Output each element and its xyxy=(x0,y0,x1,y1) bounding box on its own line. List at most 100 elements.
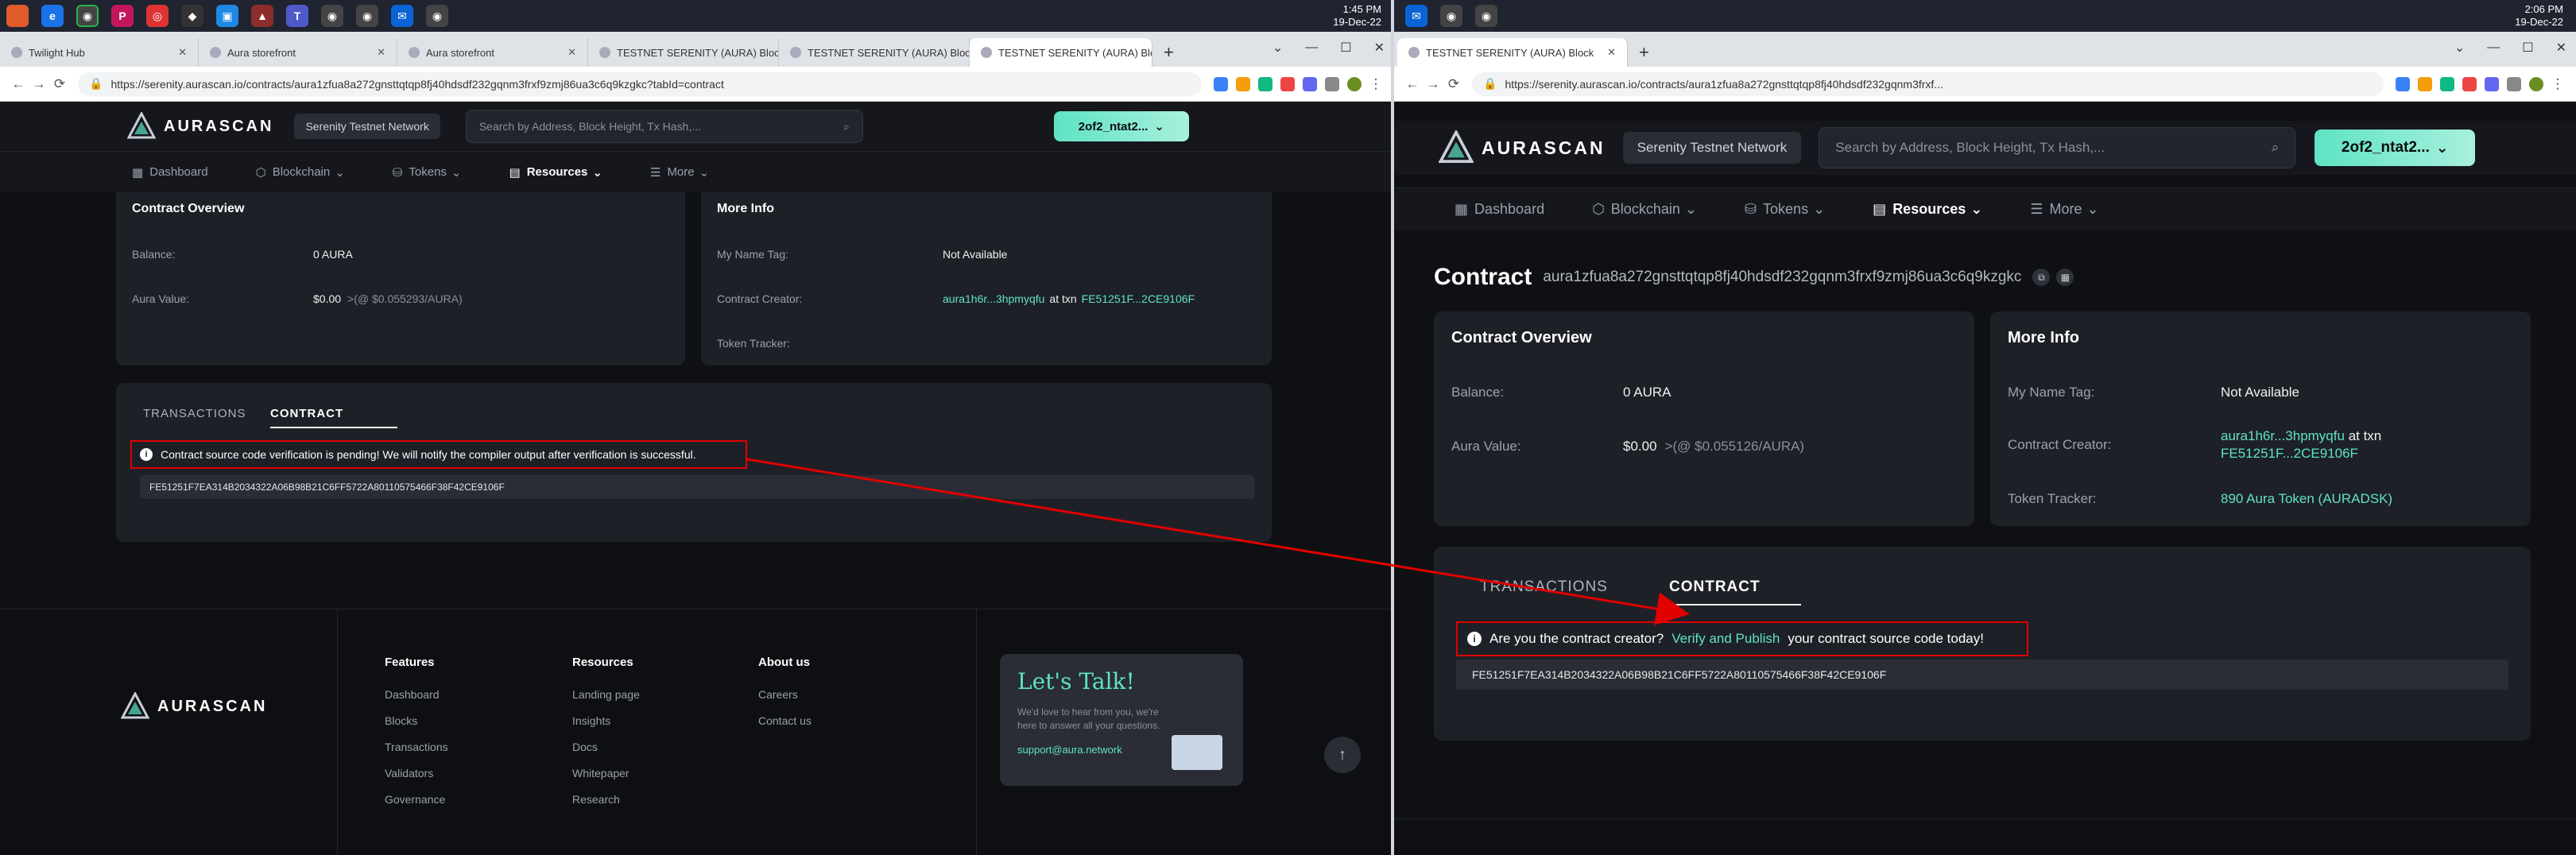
new-tab-button[interactable]: + xyxy=(1152,38,1185,67)
footer-link[interactable]: Transactions xyxy=(385,741,448,753)
extension-icon[interactable] xyxy=(1258,76,1273,91)
menu-icon[interactable]: ⋮ xyxy=(1365,76,1386,92)
aurascan-logo[interactable]: AURASCAN xyxy=(127,112,273,141)
app-dark-icon[interactable]: ◆ xyxy=(181,5,203,27)
chrome-icon[interactable]: ◉ xyxy=(1440,5,1462,27)
nav-tokens[interactable]: ⛁ Tokens ⌄ xyxy=(1745,201,1825,218)
footer-link[interactable]: Research xyxy=(572,793,640,806)
qr-code-icon[interactable]: ▦ xyxy=(2056,269,2074,286)
profile-avatar[interactable] xyxy=(1347,76,1362,91)
chrome-icon-4[interactable]: ◉ xyxy=(426,5,448,27)
search-input[interactable]: Search by Address, Block Height, Tx Hash… xyxy=(1819,127,2296,168)
nav-blockchain[interactable]: ⬡ Blockchain ⌄ xyxy=(256,165,345,180)
footer-link[interactable]: Contact us xyxy=(758,714,812,727)
footer-link[interactable]: Validators xyxy=(385,767,448,780)
extension-icon[interactable] xyxy=(2396,76,2410,91)
footer-link[interactable]: Dashboard xyxy=(385,688,448,701)
footer-link[interactable]: Whitepaper xyxy=(572,767,640,780)
profile-avatar[interactable] xyxy=(2529,76,2543,91)
minimize-icon[interactable]: — xyxy=(1305,41,1318,55)
search-icon[interactable]: ⌕ xyxy=(2272,140,2280,156)
browser-tab[interactable]: Aura storefront ✕ xyxy=(397,38,588,67)
puzzle-icon[interactable] xyxy=(2507,76,2521,91)
token-tracker-link[interactable]: 890 Aura Token (AURADSK) xyxy=(2221,491,2392,507)
browser-tab[interactable]: Aura storefront ✕ xyxy=(199,38,397,67)
search-input[interactable]: Search by Address, Block Height, Tx Hash… xyxy=(465,110,863,143)
nav-more[interactable]: ☰ More ⌄ xyxy=(650,165,709,180)
scroll-to-top-button[interactable]: ↑ xyxy=(1324,737,1361,773)
verify-and-publish-link[interactable]: Verify and Publish xyxy=(1671,631,1780,647)
new-tab-button[interactable]: + xyxy=(1628,38,1660,67)
browser-tab[interactable]: TESTNET SERENITY (AURA) Block✕ xyxy=(779,38,970,67)
chrome-icon-3[interactable]: ◉ xyxy=(356,5,378,27)
nav-dashboard[interactable]: ▦ Dashboard xyxy=(132,165,208,180)
footer-link[interactable]: Insights xyxy=(572,714,640,727)
extension-icon[interactable] xyxy=(2485,76,2499,91)
metamask-icon[interactable] xyxy=(2418,76,2432,91)
close-window-icon[interactable]: ✕ xyxy=(2556,40,2566,56)
footer-link[interactable]: Docs xyxy=(572,741,640,753)
reload-icon[interactable]: ⟳ xyxy=(1443,76,1464,92)
creator-address-link[interactable]: aura1h6r...3hpmyqfu xyxy=(943,292,1044,305)
minimize-icon[interactable]: — xyxy=(2487,41,2500,55)
browser-tab[interactable]: TESTNET SERENITY (AURA) Block✕ xyxy=(588,38,779,67)
close-icon[interactable]: ✕ xyxy=(170,46,187,59)
browser-tab[interactable]: Twilight Hub ✕ xyxy=(0,38,199,67)
footer-link[interactable]: Landing page xyxy=(572,688,640,701)
copy-icon[interactable]: ⧉ xyxy=(2032,269,2051,286)
extension-icon[interactable] xyxy=(2440,76,2454,91)
tab-contract[interactable]: CONTRACT xyxy=(270,407,397,428)
url-input[interactable]: 🔒 https://serenity.aurascan.io/contracts/… xyxy=(1472,72,2384,96)
nav-resources[interactable]: ▤ Resources ⌄ xyxy=(509,165,602,180)
app-p-icon[interactable]: P xyxy=(111,5,134,27)
footer-link[interactable]: Careers xyxy=(758,688,812,701)
tab-search-icon[interactable]: ⌄ xyxy=(1273,40,1283,56)
creator-tx-link[interactable]: FE51251F...2CE9106F xyxy=(1082,292,1195,305)
creator-address-link[interactable]: aura1h6r...3hpmyqfu xyxy=(2221,428,2345,443)
menu-icon[interactable]: ⋮ xyxy=(2547,76,2568,92)
close-icon[interactable]: ✕ xyxy=(1599,46,1616,59)
nav-dashboard[interactable]: ▦ Dashboard xyxy=(1455,201,1544,218)
forward-icon[interactable]: → xyxy=(1423,76,1443,92)
chrome-icon-2[interactable]: ◉ xyxy=(1475,5,1497,27)
search-icon[interactable]: ⌕ xyxy=(843,120,850,133)
wallet-button[interactable]: 2of2_ntat2... ⌄ xyxy=(1053,111,1189,141)
creator-tx-link[interactable]: FE51251F...2CE9106F xyxy=(2221,445,2419,462)
tab-contract[interactable]: CONTRACT xyxy=(1669,578,1801,605)
app-game-icon[interactable]: ▲ xyxy=(251,5,273,27)
back-icon[interactable]: ← xyxy=(1402,76,1423,92)
extension-icon[interactable] xyxy=(1280,76,1295,91)
tab-transactions[interactable]: TRANSACTIONS xyxy=(1480,578,1669,605)
chrome-icon-2[interactable]: ◉ xyxy=(321,5,343,27)
url-input[interactable]: 🔒 https://serenity.aurascan.io/contracts/… xyxy=(78,72,1202,96)
maximize-icon[interactable]: ☐ xyxy=(2522,40,2533,56)
nav-tokens[interactable]: ⛁ Tokens ⌄ xyxy=(393,165,462,180)
forward-icon[interactable]: → xyxy=(29,76,49,92)
browser-tab-active[interactable]: TESTNET SERENITY (AURA) Block✕ xyxy=(970,38,1152,67)
tab-transactions[interactable]: TRANSACTIONS xyxy=(143,407,270,428)
footer-logo[interactable]: AURASCAN xyxy=(121,692,267,721)
back-icon[interactable]: ← xyxy=(8,76,29,92)
nav-more[interactable]: ☰ More ⌄ xyxy=(2030,201,2098,218)
browser-tab-active[interactable]: TESTNET SERENITY (AURA) Block✕ xyxy=(1397,38,1628,67)
reload-icon[interactable]: ⟳ xyxy=(49,76,70,92)
app-red-icon[interactable]: ◎ xyxy=(146,5,169,27)
nav-blockchain[interactable]: ⬡ Blockchain ⌄ xyxy=(1592,201,1697,218)
extension-icon[interactable] xyxy=(1214,76,1228,91)
chrome-icon[interactable]: ◉ xyxy=(76,5,99,27)
footer-link[interactable]: Governance xyxy=(385,793,448,806)
tab-search-icon[interactable]: ⌄ xyxy=(2454,40,2465,56)
extension-icon[interactable] xyxy=(1303,76,1317,91)
metamask-icon[interactable] xyxy=(1236,76,1250,91)
app-blue-icon[interactable]: ▣ xyxy=(216,5,238,27)
footer-link[interactable]: Blocks xyxy=(385,714,448,727)
mail-icon[interactable]: ✉ xyxy=(1405,5,1427,27)
puzzle-icon[interactable] xyxy=(1325,76,1339,91)
extension-icon[interactable] xyxy=(2462,76,2477,91)
close-icon[interactable]: ✕ xyxy=(560,46,576,59)
maximize-icon[interactable]: ☐ xyxy=(1340,40,1351,56)
start-icon[interactable] xyxy=(6,5,29,27)
edge-icon[interactable]: e xyxy=(41,5,64,27)
close-icon[interactable]: ✕ xyxy=(369,46,385,59)
aurascan-logo[interactable]: AURASCAN xyxy=(1439,130,1606,165)
